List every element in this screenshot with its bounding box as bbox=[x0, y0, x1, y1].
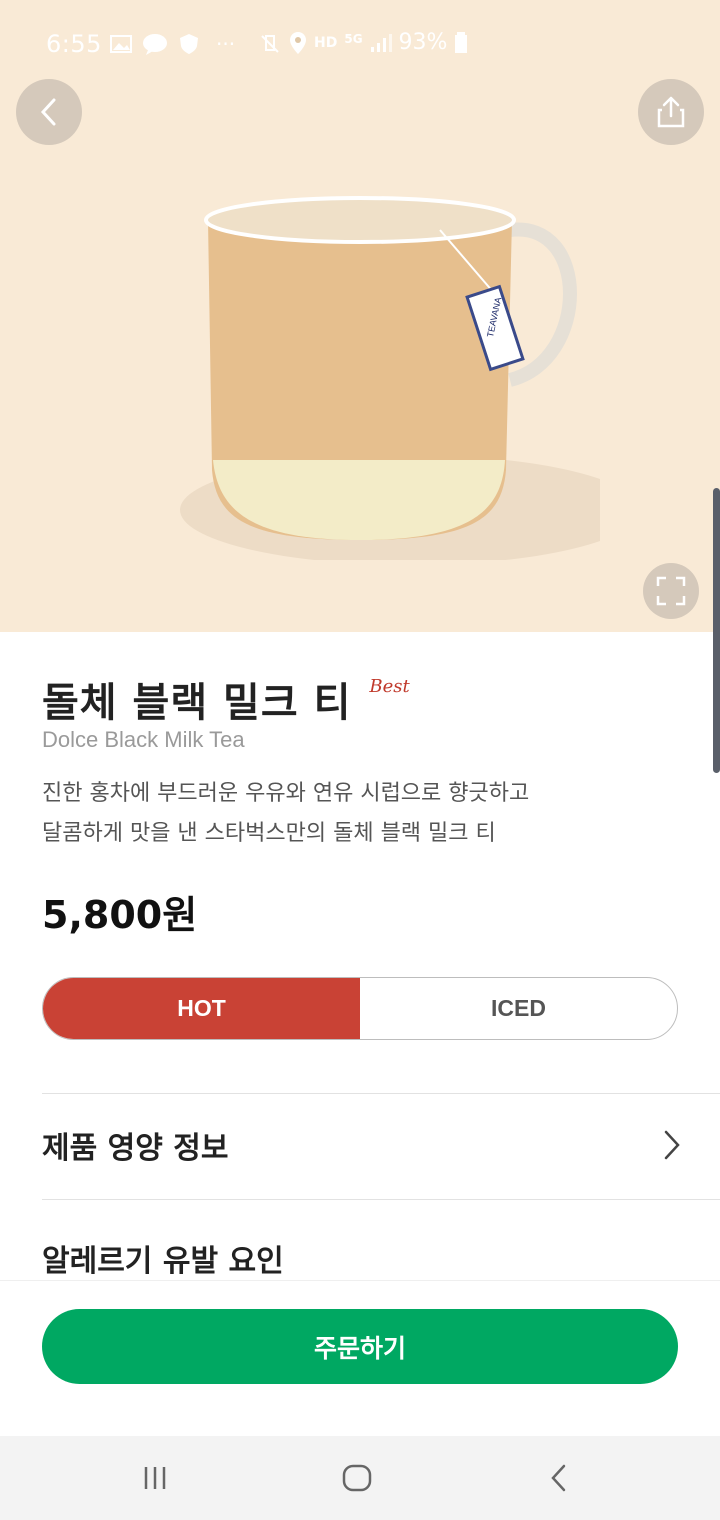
temperature-toggle: HOT ICED bbox=[42, 977, 678, 1040]
system-navigation-bar bbox=[0, 1436, 720, 1520]
iced-option[interactable]: ICED bbox=[360, 978, 677, 1039]
description-line-2: 달콤하게 맛을 낸 스타벅스만의 돌체 블랙 밀크 티 bbox=[42, 821, 496, 846]
product-image: TEAVANA bbox=[180, 196, 600, 560]
back-button[interactable] bbox=[16, 79, 82, 145]
hot-option[interactable]: HOT bbox=[43, 978, 360, 1039]
product-description: 진한 홍차에 부드러운 우유와 연유 시럽으로 향긋하고 달콤하게 맛을 낸 스… bbox=[42, 774, 662, 854]
allergy-info-row[interactable]: 알레르기 유발 요인 bbox=[42, 1235, 682, 1281]
battery-icon bbox=[455, 31, 468, 53]
status-system-icons: HD 5G 93% bbox=[258, 30, 468, 55]
mug-rim bbox=[204, 196, 516, 244]
order-button[interactable]: 주문하기 bbox=[42, 1309, 678, 1384]
battery-percent: 93% bbox=[398, 30, 448, 55]
chat-icon bbox=[143, 34, 167, 55]
more-notifications-icon: ··· bbox=[216, 32, 236, 56]
nutrition-info-row[interactable]: 제품 영양 정보 bbox=[42, 1120, 682, 1170]
hd-label: HD bbox=[314, 34, 338, 51]
system-back-button[interactable] bbox=[539, 1458, 579, 1498]
product-price: 5,800원 bbox=[42, 893, 198, 937]
share-icon bbox=[657, 96, 685, 128]
divider bbox=[42, 1199, 720, 1200]
status-bar: 6:55 ··· HD 5G 93% bbox=[0, 0, 720, 88]
share-button[interactable] bbox=[638, 79, 704, 145]
fullscreen-icon bbox=[656, 576, 686, 606]
recent-apps-icon bbox=[144, 1467, 166, 1489]
back-arrow-icon bbox=[551, 1464, 566, 1492]
status-notification-icons: ··· bbox=[110, 32, 235, 56]
best-badge: Best bbox=[369, 676, 410, 697]
location-icon bbox=[290, 31, 306, 54]
home-icon bbox=[342, 1464, 372, 1492]
home-button[interactable] bbox=[337, 1458, 377, 1498]
gallery-icon bbox=[110, 35, 132, 53]
scrollbar[interactable] bbox=[713, 488, 720, 773]
bottom-action-bar: 주문하기 bbox=[0, 1280, 720, 1436]
shield-icon bbox=[180, 34, 198, 54]
network-label: 5G bbox=[344, 31, 363, 46]
product-title: 돌체 블랙 밀크 티 bbox=[42, 680, 352, 726]
divider bbox=[42, 1093, 720, 1094]
chevron-right-icon bbox=[664, 1130, 680, 1160]
product-image-area: TEAVANA 6:55 ··· HD 5G 93% bbox=[0, 0, 720, 632]
signal-icon bbox=[370, 33, 392, 52]
nutrition-info-label: 제품 영양 정보 bbox=[42, 1131, 229, 1166]
status-time: 6:55 bbox=[46, 30, 102, 58]
product-english-name: Dolce Black Milk Tea bbox=[42, 727, 245, 752]
allergy-info-label: 알레르기 유발 요인 bbox=[42, 1244, 284, 1279]
title-row: 돌체 블랙 밀크 티 Best bbox=[42, 670, 410, 728]
recent-apps-button[interactable] bbox=[135, 1458, 175, 1498]
mute-vibrate-icon bbox=[261, 34, 279, 53]
chevron-left-icon bbox=[40, 98, 56, 126]
description-line-1: 진한 홍차에 부드러운 우유와 연유 시럽으로 향긋하고 bbox=[42, 781, 530, 806]
fullscreen-button[interactable] bbox=[643, 563, 699, 619]
